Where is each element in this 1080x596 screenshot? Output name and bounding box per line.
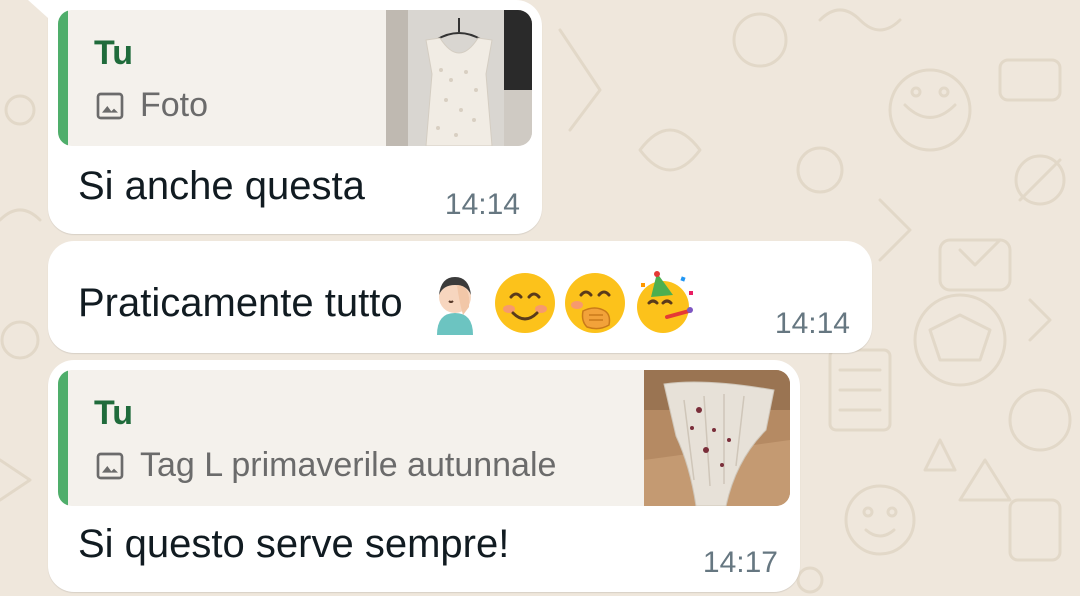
quote-accent-bar [58,10,68,146]
quoted-reply[interactable]: Tu Foto [58,10,532,146]
hand-over-mouth-emoji [564,273,625,333]
message-timestamp: 14:14 [444,188,520,221]
message-bubble[interactable]: Tu Tag L primaverile autunnale Si questo… [48,360,800,592]
image-icon [96,452,124,479]
emoji-row [423,271,697,335]
image-icon [96,92,124,119]
quote-accent-bar [58,370,68,506]
quote-author: Tu [94,394,134,432]
partying-face-emoji [636,271,693,333]
quote-media-caption: Tag L primaverile autunnale [140,446,557,484]
woman-facepalming-emoji [436,277,473,335]
bubble-tail [28,0,48,18]
message-content: Praticamente tutto [78,271,697,335]
quote-thumbnail-image[interactable] [386,10,532,146]
quote-thumbnail-image[interactable] [644,370,790,506]
message-timestamp: 14:17 [702,546,778,579]
quote-media-type: Foto [140,86,209,124]
message-timestamp: 14:14 [774,307,850,340]
quoted-reply[interactable]: Tu Tag L primaverile autunnale [58,370,790,506]
quote-author: Tu [94,34,134,72]
message-text: Si anche questa [78,164,365,208]
message-bubble[interactable]: Tu Foto Si anche questa 14:14 [28,0,542,234]
quote-media-label: Foto [94,86,208,125]
quote-media-label: Tag L primaverile autunnale [94,446,556,485]
message-bubble[interactable]: Praticamente tutto 14:14 [48,241,872,353]
message-text: Si questo serve sempre! [78,522,510,566]
smiling-face-emoji [494,273,555,333]
message-text: Praticamente tutto [78,280,403,325]
